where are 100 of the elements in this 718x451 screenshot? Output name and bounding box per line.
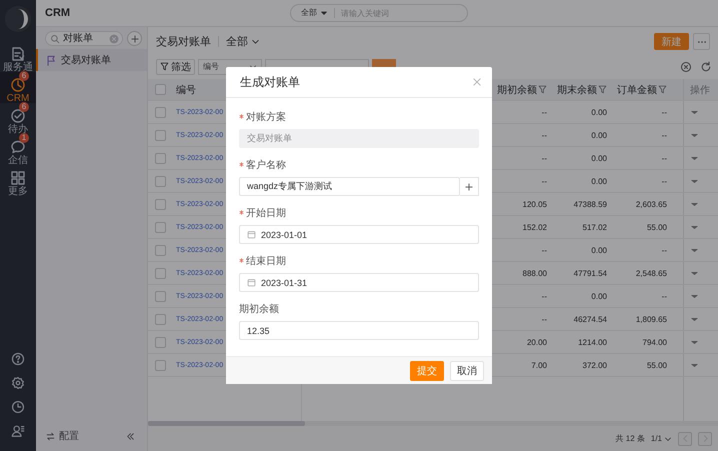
dialog-title: 生成对账单 (240, 74, 300, 90)
checkbox[interactable] (155, 176, 166, 186)
table-cell: -- (662, 130, 667, 140)
checkbox[interactable] (155, 198, 166, 210)
table-cell: 55.00 (646, 222, 667, 232)
table-cell: -- (662, 176, 667, 186)
settings-icon[interactable] (11, 376, 25, 390)
nav-item[interactable]: 6 CRM (0, 72, 36, 103)
field-label: 结束日期 (246, 256, 286, 268)
count-badge: 6 (19, 102, 29, 112)
scrollbar-thumb[interactable] (148, 421, 305, 426)
table-cell: 55.00 (646, 360, 667, 370)
checkbox[interactable] (155, 130, 166, 140)
nav-item[interactable]: 6 待办 (0, 103, 36, 134)
table-cell: 20.00 (526, 338, 547, 346)
nav-item[interactable]: 1 企信 (0, 134, 36, 165)
table-cell: 46274.54 (574, 314, 607, 324)
chevron-down-icon (251, 37, 260, 46)
cancel-button[interactable]: 取消 (450, 360, 484, 380)
nav-item[interactable]: 更多 (0, 165, 36, 196)
calendar-icon (247, 278, 256, 287)
field-label: 对账方案 (246, 112, 286, 124)
document-icon (10, 46, 26, 62)
clock-icon[interactable] (11, 400, 25, 414)
filter-icon[interactable] (598, 85, 607, 94)
table-cell: 517.02 (582, 222, 607, 232)
nav-item[interactable]: 服务通 (0, 41, 36, 72)
table-cell: -- (542, 176, 547, 186)
add-button[interactable] (127, 31, 142, 46)
flag-icon (46, 54, 57, 66)
collapse-icon[interactable] (126, 432, 135, 440)
chevron-icon (680, 434, 690, 443)
table-cell: 0.00 (591, 130, 607, 140)
checkbox[interactable] (155, 290, 166, 302)
column-header: 编号 (176, 84, 196, 96)
checkbox[interactable] (155, 152, 166, 164)
table-cell: -- (662, 108, 667, 116)
new-button[interactable]: 新建 (654, 33, 689, 50)
checkbox[interactable] (155, 336, 166, 348)
table-cell: -- (542, 108, 547, 116)
object-list-item[interactable]: 交易对账单 (36, 49, 147, 71)
checkbox[interactable] (155, 106, 166, 118)
column-header: 订单金额 (617, 84, 657, 96)
settings-link[interactable]: 配置 (46, 429, 79, 443)
field-label: 开始日期 (246, 208, 286, 220)
scope-dropdown[interactable]: 全部 (226, 34, 260, 49)
table-cell: 0.00 (591, 108, 607, 116)
scope-dropdown[interactable]: 全部 (301, 8, 335, 18)
table-cell: -- (662, 154, 667, 162)
input-field[interactable]: 12.35 (239, 321, 479, 340)
clear-filter-icon[interactable] (680, 60, 692, 72)
input-field[interactable]: wangdz专属下游测试 (239, 177, 460, 196)
checkbox[interactable] (155, 360, 166, 370)
table-cell: 0.00 (591, 176, 607, 186)
view-title: 交易对账单 (156, 34, 211, 49)
table-cell: 888.00 (522, 268, 547, 278)
filter-icon[interactable] (658, 85, 667, 94)
chat-bubble-icon (10, 139, 26, 155)
table-cell: -- (542, 292, 547, 300)
refresh-icon[interactable] (700, 60, 712, 72)
table-cell: -- (542, 314, 547, 324)
table-cell: 1214.00 (578, 338, 607, 346)
page-dropdown[interactable]: 1/1 (650, 434, 672, 443)
table-cell: -- (542, 246, 547, 254)
filter-icon (160, 62, 169, 71)
checkbox[interactable] (155, 244, 166, 256)
date-field[interactable]: 2023-01-01 (239, 225, 479, 244)
search-icon (50, 34, 60, 44)
table-cell: 7.00 (531, 360, 547, 370)
checkbox[interactable] (155, 84, 166, 95)
search-field[interactable]: 对账单 (45, 31, 123, 46)
caret-down-icon (320, 9, 328, 17)
filter-button[interactable]: 筛选 (156, 58, 195, 74)
table-cell: 0.00 (591, 246, 607, 254)
more-button[interactable] (693, 33, 710, 50)
close-icon[interactable] (472, 77, 482, 87)
table-cell: 0.00 (591, 154, 607, 162)
table-cell: -- (662, 246, 667, 254)
column-header: 期末余额 (557, 84, 597, 96)
table-cell: 0.00 (591, 292, 607, 300)
field-label: 客户名称 (246, 160, 286, 172)
field-label: 期初余额 (239, 304, 279, 316)
help-icon[interactable] (11, 352, 25, 366)
table-cell: 2,603.65 (636, 200, 667, 208)
count-badge: 6 (19, 71, 29, 81)
person-icon[interactable] (11, 424, 25, 438)
submit-button[interactable]: 提交 (410, 360, 444, 380)
checkbox[interactable] (155, 222, 166, 232)
check-circle-icon (10, 108, 26, 124)
table-cell: 794.00 (642, 338, 667, 346)
plus-icon (130, 34, 140, 44)
checkbox[interactable] (155, 268, 166, 278)
add-button[interactable] (460, 177, 479, 196)
table-cell: 372.00 (582, 360, 607, 370)
grid-icon (10, 170, 26, 186)
count-badge: 1 (19, 133, 29, 143)
clear-icon[interactable] (109, 34, 119, 44)
date-field[interactable]: 2023-01-31 (239, 273, 479, 292)
checkbox[interactable] (155, 314, 166, 324)
filter-icon[interactable] (538, 85, 547, 94)
